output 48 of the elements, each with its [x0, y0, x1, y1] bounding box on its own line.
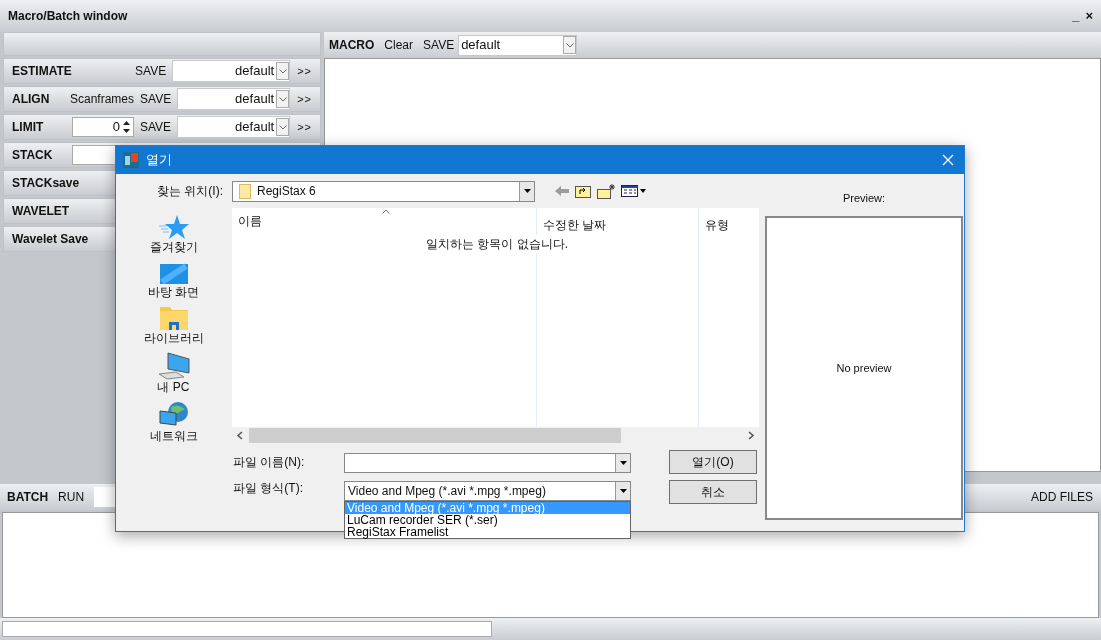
- save-link[interactable]: SAVE: [135, 62, 167, 80]
- place-item[interactable]: 내 PC: [128, 352, 219, 395]
- window-control[interactable]: ×: [1085, 6, 1093, 26]
- preset-dropdown[interactable]: default: [177, 116, 291, 138]
- more-button[interactable]: >>: [297, 90, 312, 108]
- save-link[interactable]: SAVE: [140, 90, 172, 108]
- column-header[interactable]: 이름: [238, 212, 262, 230]
- place-item[interactable]: 바탕 화면: [128, 261, 219, 300]
- run-link[interactable]: RUN: [58, 488, 85, 506]
- place-item[interactable]: 즐겨찾기: [128, 214, 219, 255]
- row-label: LIMIT: [12, 119, 45, 136]
- file-type-option[interactable]: RegiStax Framelist: [345, 526, 630, 538]
- macro-title: MACRO: [329, 37, 375, 54]
- preset-dropdown[interactable]: default: [172, 60, 291, 82]
- row-note: Scanframes: [70, 91, 135, 108]
- batch-title: BATCH: [7, 489, 49, 506]
- column-header[interactable]: 유형: [705, 218, 729, 232]
- column-header[interactable]: 수정한 날짜: [543, 218, 607, 232]
- dialog-button[interactable]: 취소: [669, 480, 757, 504]
- row-label: Wavelet Save: [12, 231, 89, 248]
- save-link[interactable]: SAVE: [140, 118, 172, 136]
- macro-preset-dropdown[interactable]: default: [458, 34, 578, 56]
- window-title: Macro/Batch window: [8, 8, 129, 25]
- macro-action[interactable]: Clear: [384, 36, 413, 54]
- dialog-button[interactable]: 열기(O): [669, 450, 757, 474]
- file-name-label: 파일 이름(N):: [233, 454, 306, 471]
- row-label: ESTIMATE: [12, 63, 72, 80]
- window-control[interactable]: _: [1072, 6, 1080, 26]
- row-label: STACKsave: [12, 175, 80, 192]
- location-label: 찾는 위치(I):: [156, 183, 224, 200]
- place-item[interactable]: 네트워크: [128, 401, 219, 444]
- file-type-dropdown[interactable]: Video and Mpeg (*.avi *.mpg *.mpeg): [344, 481, 631, 501]
- more-button[interactable]: >>: [297, 62, 312, 80]
- preview-text: No preview: [836, 360, 892, 376]
- macro-action[interactable]: SAVE: [423, 36, 455, 54]
- empty-message: 일치하는 항목이 없습니다.: [426, 235, 568, 253]
- preset-dropdown[interactable]: default: [177, 88, 291, 110]
- row-label: WAVELET: [12, 203, 70, 220]
- spin-field[interactable]: 0: [72, 117, 134, 137]
- place-item[interactable]: 라이브러리: [128, 306, 219, 346]
- row-label: STACK: [12, 147, 54, 164]
- more-button[interactable]: >>: [297, 118, 312, 136]
- preview-label: Preview:: [842, 191, 886, 206]
- dialog-title: 열기: [146, 151, 172, 170]
- row-label: ALIGN: [12, 91, 51, 108]
- location-dropdown[interactable]: RegiStax 6: [232, 180, 535, 202]
- add-files-link[interactable]: ADD FILES: [1031, 488, 1093, 506]
- file-type-label: 파일 형식(T):: [233, 480, 304, 497]
